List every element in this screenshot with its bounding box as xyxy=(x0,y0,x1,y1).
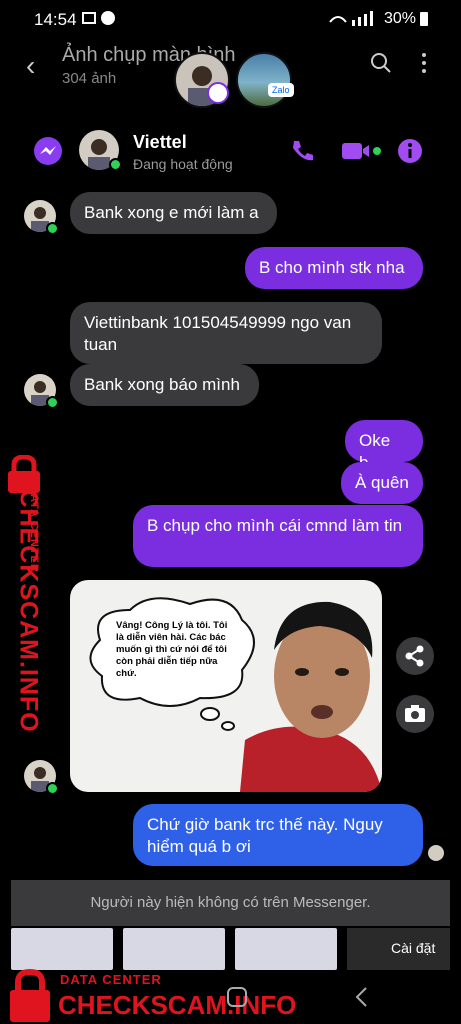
phone-icon[interactable] xyxy=(289,138,315,164)
gallery-thumbnail[interactable] xyxy=(235,928,337,970)
message-bubble[interactable]: Bank xong báo mình xyxy=(70,364,259,406)
online-indicator xyxy=(46,782,59,795)
online-indicator xyxy=(109,158,122,171)
watermark-bottom-text: CHECKSCAM.INFO xyxy=(58,990,297,1020)
status-bar: 14:54 30% xyxy=(0,0,461,38)
message-bubble[interactable]: Chứ giờ bank trc thế này. Nguy hiểm quá … xyxy=(133,804,423,866)
meme-caption: Vâng! Công Lý là tôi. Tôi là diễn viên h… xyxy=(116,620,228,679)
more-vertical-icon[interactable] xyxy=(420,52,428,74)
zalo-badge: Zalo xyxy=(268,83,294,97)
message-bubble[interactable]: B cho mình stk nha xyxy=(245,247,423,289)
share-icon xyxy=(405,645,424,667)
messenger-badge-icon xyxy=(207,82,229,104)
message-bubble[interactable]: À quên xyxy=(341,462,423,504)
search-icon[interactable] xyxy=(370,52,392,74)
messenger-logo-icon[interactable] xyxy=(33,136,63,166)
online-indicator xyxy=(46,222,59,235)
gallery-thumbnail[interactable] xyxy=(123,928,225,970)
home-icon[interactable] xyxy=(226,986,248,1008)
install-label[interactable]: Cài đặt xyxy=(391,940,435,956)
messenger-icon xyxy=(101,11,115,25)
online-indicator xyxy=(46,396,59,409)
watermark-vertical: CHECKSCAM.INFO DATA CENTER xyxy=(2,455,62,733)
message-bubble[interactable]: Oke b. xyxy=(345,420,423,472)
battery-icon xyxy=(420,12,428,26)
messenger-notice: Người này hiện không có trên Messenger. xyxy=(11,880,450,926)
camera-icon xyxy=(405,705,425,722)
message-bubble[interactable]: B chụp cho mình cái cmnd làm tin xyxy=(133,505,423,567)
install-panel[interactable]: Cài đặt xyxy=(347,928,450,970)
share-avatar-zalo[interactable] xyxy=(236,52,292,108)
signal-icon xyxy=(329,11,373,26)
back-icon[interactable] xyxy=(354,986,370,1008)
chat-header: Viettel Đang hoạt động xyxy=(11,120,450,184)
share-button[interactable] xyxy=(396,637,434,675)
contact-name: Viettel xyxy=(133,132,187,152)
image-icon xyxy=(82,12,96,24)
watermark-bottom: DATA CENTER CHECKSCAM.INFO xyxy=(8,968,338,1024)
contact-status: Đang hoạt động xyxy=(133,156,233,172)
status-time: 14:54 xyxy=(34,10,77,29)
battery-percent: 30% xyxy=(384,10,417,27)
gallery-count: 304 ảnh xyxy=(62,70,117,87)
seen-avatar xyxy=(428,845,444,861)
lock-icon xyxy=(10,968,50,1022)
message-bubble[interactable]: Bank xong e mới làm a xyxy=(70,192,277,234)
meme-image[interactable]: Vâng! Công Lý là tôi. Tôi là diễn viên h… xyxy=(70,580,382,792)
message-bubble[interactable]: Viettinbank 101504549999 ngo van tuan xyxy=(70,302,382,364)
watermark-vertical-subtext: DATA CENTER xyxy=(28,485,40,573)
watermark-bottom-subtext: DATA CENTER xyxy=(60,972,162,987)
info-icon[interactable] xyxy=(397,138,423,164)
meme-illustration xyxy=(89,597,382,792)
camera-button[interactable] xyxy=(396,695,434,733)
back-arrow-icon[interactable]: ‹ xyxy=(26,50,35,82)
gallery-thumbnail[interactable] xyxy=(11,928,113,970)
video-call-icon[interactable] xyxy=(341,140,381,162)
